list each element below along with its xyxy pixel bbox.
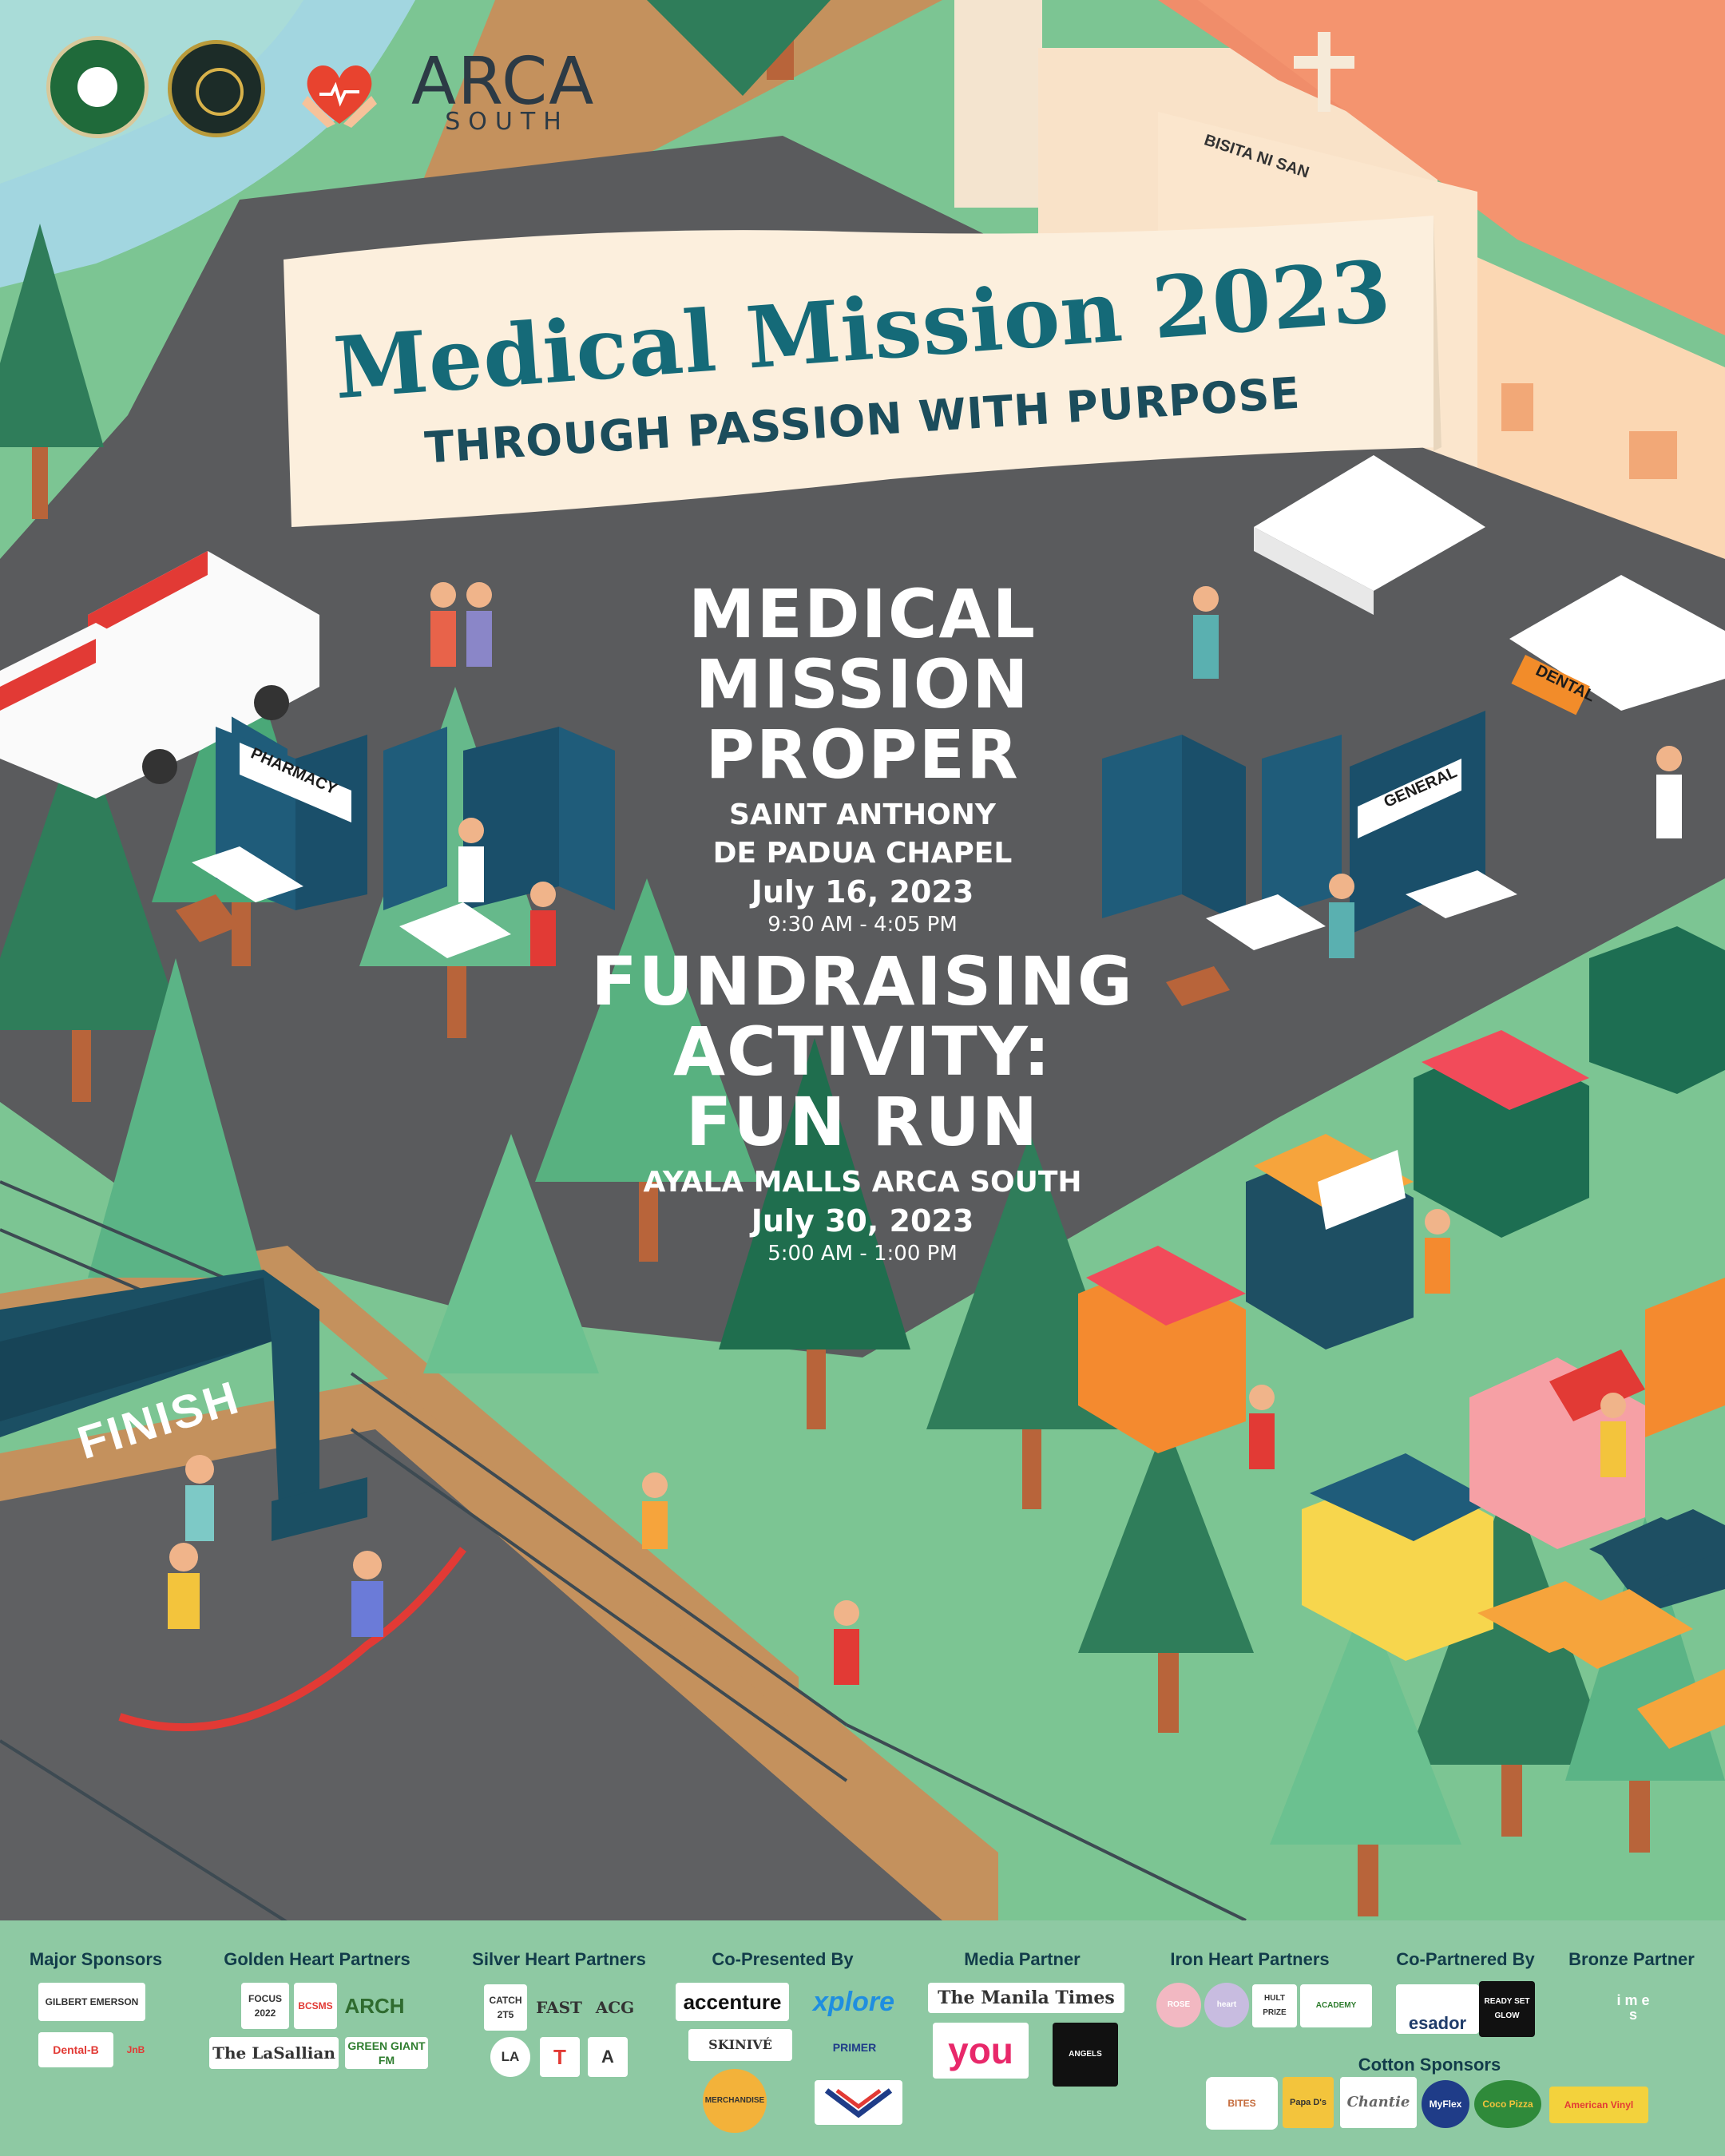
heart-hands-icon (295, 48, 383, 136)
sponsor-logo-merchandise: MERCHANDISE (703, 2069, 767, 2133)
iron-heart-label: Iron Heart Partners (1170, 1949, 1330, 1969)
sponsor-logo-hult-prize: HULT PRIZE (1252, 1984, 1297, 2027)
silver-heart-label: Silver Heart Partners (472, 1949, 646, 1969)
sponsor-logo-bcsms: BCSMS (294, 1983, 337, 2029)
sponsor-logo-coco-pizza: Coco Pizza (1474, 2080, 1541, 2128)
sponsor-logo-manila-times: The Manila Times (928, 1983, 1124, 2013)
event1-date: July 16, 2023 (751, 874, 974, 910)
co-partnered-label: Co-Partnered By (1396, 1949, 1535, 1969)
sponsor-logo-angels: ANGELS (1053, 2023, 1118, 2087)
event2-time: 5:00 AM - 1:00 PM (767, 1242, 958, 1266)
sponsor-logo-bites: BITES (1206, 2077, 1278, 2130)
sponsor-logo-imes: i m e s (1612, 1984, 1655, 2031)
event1-title-line3: PROPER (705, 715, 1020, 794)
sponsor-logo-green-giant: GREEN GIANT FM (345, 2037, 428, 2069)
angelicom-logo (168, 40, 265, 137)
sponsor-logo-arch: ARCH (345, 1988, 404, 2024)
sponsor-logo-gilbert-emerson: GILBERT EMERSON (38, 1983, 145, 2021)
event-medical-mission: MEDICAL MISSION PROPER SAINT ANTHONY DE … (495, 579, 1230, 938)
sponsor-logo-catch: CATCH 2T5 (484, 1984, 527, 2031)
sponsor-logo-ready-set-glow: READY SET GLOW (1479, 1981, 1535, 2037)
sponsor-logo-t: T (540, 2037, 580, 2077)
sponsor-logo-accenture: accenture (676, 1983, 789, 2021)
event2-venue: AYALA MALLS ARCA SOUTH (643, 1166, 1082, 1199)
event1-time: 9:30 AM - 4:05 PM (767, 913, 958, 937)
event2-date: July 30, 2023 (751, 1203, 974, 1239)
sponsor-logo-lasallian: The LaSallian (209, 2037, 339, 2069)
sponsor-logo-jnb: JnB (120, 2034, 152, 2066)
event2-title-line2: ACTIVITY: (673, 1013, 1052, 1091)
sponsor-logo-dental-b: Dental-B (38, 2032, 113, 2067)
title-banner: Medical Mission 2023 THROUGH PASSION WIT… (284, 216, 1441, 535)
major-sponsors-label: Major Sponsors (29, 1949, 163, 1969)
sponsor-logo-skinive: SKINIVÉ (688, 2029, 792, 2061)
sponsor-logo-acg: ACG (589, 1984, 640, 2031)
sponsor-logo-academy: ACADEMY (1300, 1984, 1372, 2027)
co-presented-label: Co-Presented By (712, 1949, 854, 1969)
arca-logo-sub: SOUTH (445, 108, 569, 136)
media-partner-label: Media Partner (964, 1949, 1081, 1969)
sponsor-logo-american-vinyl: American Vinyl (1549, 2087, 1648, 2123)
event1-title-line1: MEDICAL (688, 575, 1037, 653)
event1-venue-line1: SAINT ANTHONY (729, 799, 996, 831)
golden-heart-label: Golden Heart Partners (224, 1949, 410, 1969)
event-fun-run: FUNDRAISING ACTIVITY: FUN RUN AYALA MALL… (495, 946, 1230, 1267)
sponsor-logo-esador: esador (1396, 1984, 1479, 2034)
sponsor-logo-la: LA (490, 2037, 530, 2077)
event2-title-line1: FUNDRAISING (591, 942, 1134, 1021)
sponsor-logo-focus: FOCUS 2022 (241, 1983, 289, 2029)
sponsors-panel: Major Sponsors GILBERT EMERSON Dental-B … (0, 1920, 1725, 2156)
cotton-sponsors-label: Cotton Sponsors (1358, 2055, 1501, 2075)
sponsor-logo-you: you (933, 2023, 1029, 2079)
event2-title-line3: FUN RUN (685, 1083, 1040, 1161)
sponsor-logo-primer: PRIMER (823, 2024, 886, 2071)
sponsor-logo-chevron (815, 2080, 902, 2125)
arca-south-logo: ARCA SOUTH (411, 44, 611, 140)
event1-title-line2: MISSION (695, 645, 1030, 723)
council-logo (46, 36, 149, 138)
sponsor-logo-chantie: Chantie (1340, 2077, 1417, 2128)
sponsor-logo-papa-ds: Papa D's (1283, 2077, 1334, 2128)
sponsor-logo-fast: FAST (533, 1984, 585, 2031)
sponsor-logo-a: A (588, 2037, 628, 2077)
sponsor-logo-heart: heart (1204, 1983, 1249, 2027)
sponsor-logo-rose: ROSE (1156, 1983, 1201, 2027)
sponsor-logo-myflex: MyFlex (1422, 2080, 1469, 2128)
event1-venue-line2: DE PADUA CHAPEL (712, 837, 1013, 870)
sponsor-logo-xplore: xplore (803, 1983, 904, 2021)
bronze-partner-label: Bronze Partner (1568, 1949, 1695, 1969)
